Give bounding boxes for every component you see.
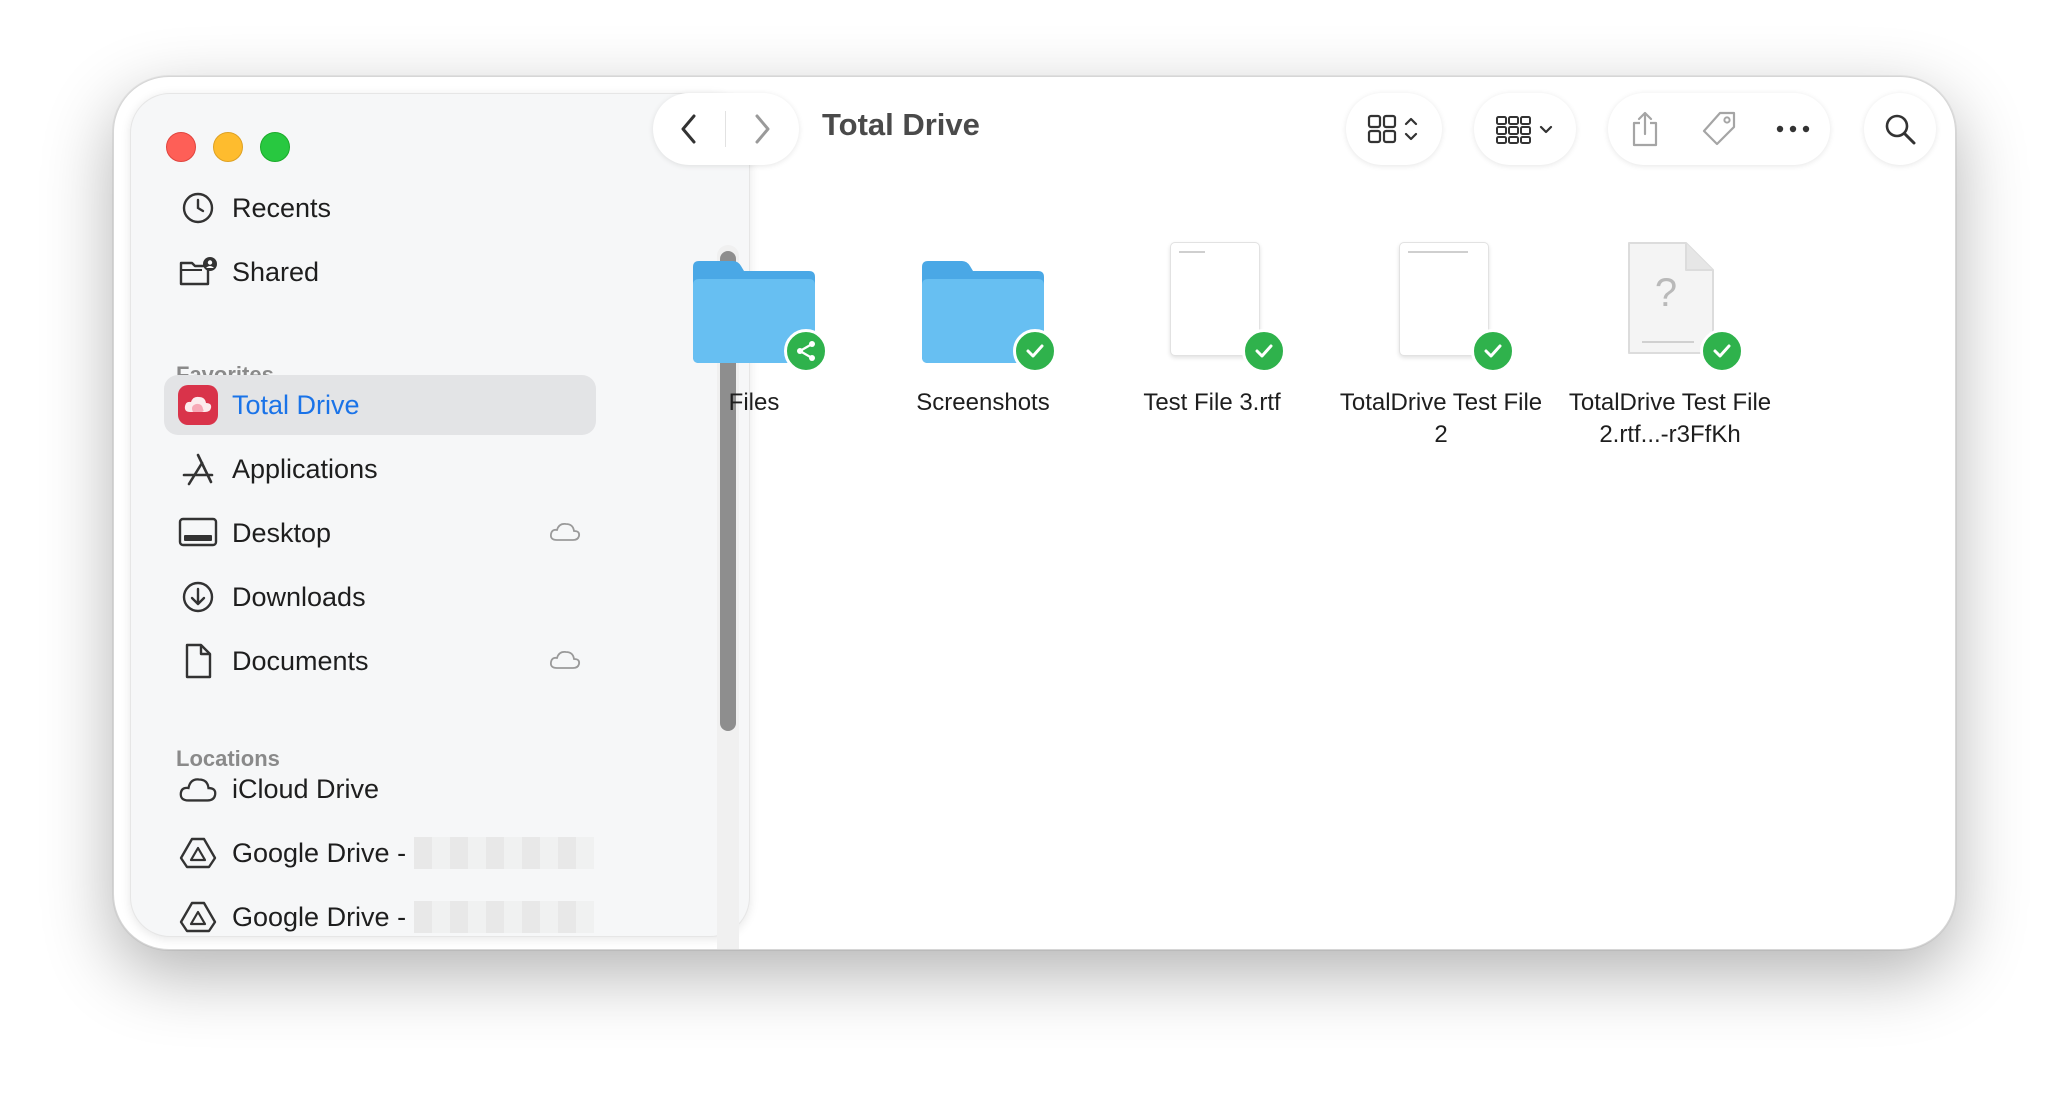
sidebar-item-label: Total Drive [232,389,360,420]
sidebar-item-applications[interactable]: Applications [164,439,596,499]
sidebar-item-label: iCloud Drive [232,773,380,804]
sidebar-item-google-drive[interactable]: Google Drive - [164,887,596,936]
total-drive-icon [178,385,218,425]
file-item[interactable]: TotalDrive Test File 2 [1336,237,1546,451]
file-name: TotalDrive Test File 2.rtf...-r3FfKh [1568,389,1772,448]
icloud-status-icon[interactable] [548,519,582,548]
group-grid-icon [1496,116,1553,144]
back-button[interactable] [653,93,725,165]
sidebar-item-recents[interactable]: Recents [164,178,596,238]
chevron-right-icon [755,114,770,144]
redacted-account-name [414,837,595,869]
desktop-icon [178,513,218,553]
checkmark-icon [1484,344,1502,358]
file-name: Screenshots [916,389,1050,416]
icon-grid-icon [1367,114,1418,144]
file-item[interactable]: Test File 3.rtf [1107,237,1317,419]
file-item[interactable]: Files [649,237,859,419]
minimize-window-button[interactable] [213,132,243,162]
svg-text:?: ? [1655,271,1677,315]
cloud-icon [178,769,218,809]
group-by-button[interactable] [1474,93,1576,165]
file-item[interactable]: Screenshots [878,237,1088,419]
checkmark-icon [1713,344,1731,358]
search-icon [1885,114,1916,145]
document-thumbnail [1371,237,1515,377]
file-name: TotalDrive Test File 2 [1339,389,1543,448]
finder-window: Recents Shared Favorites Total Drive App… [113,76,1956,950]
synced-badge [1242,329,1286,373]
share-icon [1632,111,1658,147]
icloud-status-icon[interactable] [548,647,582,676]
view-mode-button[interactable] [1346,93,1442,165]
unknown-file-thumbnail: ? [1600,237,1744,377]
sidebar-item-label: Documents [232,645,369,676]
shared-badge [784,329,828,373]
search-toggle[interactable] [1864,93,1936,165]
ellipsis-icon [1776,125,1810,133]
sidebar: Recents Shared Favorites Total Drive App… [130,93,750,937]
sidebar-item-shared[interactable]: Shared [164,242,596,302]
sidebar-item-label: Google Drive - [232,901,407,932]
window-title: Total Drive [822,107,980,142]
navigation-buttons [653,93,799,165]
redacted-account-name [414,901,595,933]
sidebar-item-label: Recents [232,192,332,223]
synced-badge [1700,329,1744,373]
icon-view-toggle[interactable] [1346,93,1442,165]
sidebar-item-label: Google Drive - [232,837,407,868]
sidebar-item-documents[interactable]: Documents [164,631,596,691]
chevron-left-icon [681,114,696,144]
tag-button[interactable] [1682,93,1756,165]
maximize-window-button[interactable] [260,132,290,162]
sidebar-item-label: Desktop [232,517,332,548]
synced-badge [1013,329,1057,373]
applications-icon [178,449,218,489]
google-drive-icon [178,833,218,873]
sidebar-item-label: Shared [232,256,320,287]
sidebar-item-downloads[interactable]: Downloads [164,567,596,627]
folder-thumbnail [684,237,828,377]
file-name: Test File 3.rtf [1143,389,1281,416]
sidebar-item-icloud-drive[interactable]: iCloud Drive [164,759,596,819]
folder-thumbnail [913,237,1057,377]
group-menu-toggle[interactable] [1474,93,1576,165]
sidebar-item-label: Applications [232,453,378,484]
clock-icon [178,188,218,228]
checkmark-icon [1026,344,1044,358]
share-nodes-icon [797,341,815,361]
download-icon [178,577,218,617]
document-icon [178,641,218,681]
forward-button[interactable] [726,93,798,165]
file-item[interactable]: ? TotalDrive Test File 2.rtf...-r3FfKh [1565,237,1775,451]
search-button[interactable] [1864,93,1936,165]
checkmark-icon [1255,344,1273,358]
share-button[interactable] [1608,93,1682,165]
synced-badge [1471,329,1515,373]
sidebar-item-desktop[interactable]: Desktop [164,503,596,563]
action-buttons [1608,93,1830,165]
sidebar-item-label: Downloads [232,581,366,612]
document-thumbnail [1142,237,1286,377]
file-name: Files [728,389,780,416]
more-actions-button[interactable] [1756,93,1830,165]
close-window-button[interactable] [166,132,196,162]
sidebar-item-google-drive[interactable]: Google Drive - [164,823,596,883]
tag-icon [1702,111,1736,146]
sidebar-item-total-drive[interactable]: Total Drive [164,375,596,435]
shared-folder-icon [178,252,218,292]
google-drive-icon [178,897,218,936]
